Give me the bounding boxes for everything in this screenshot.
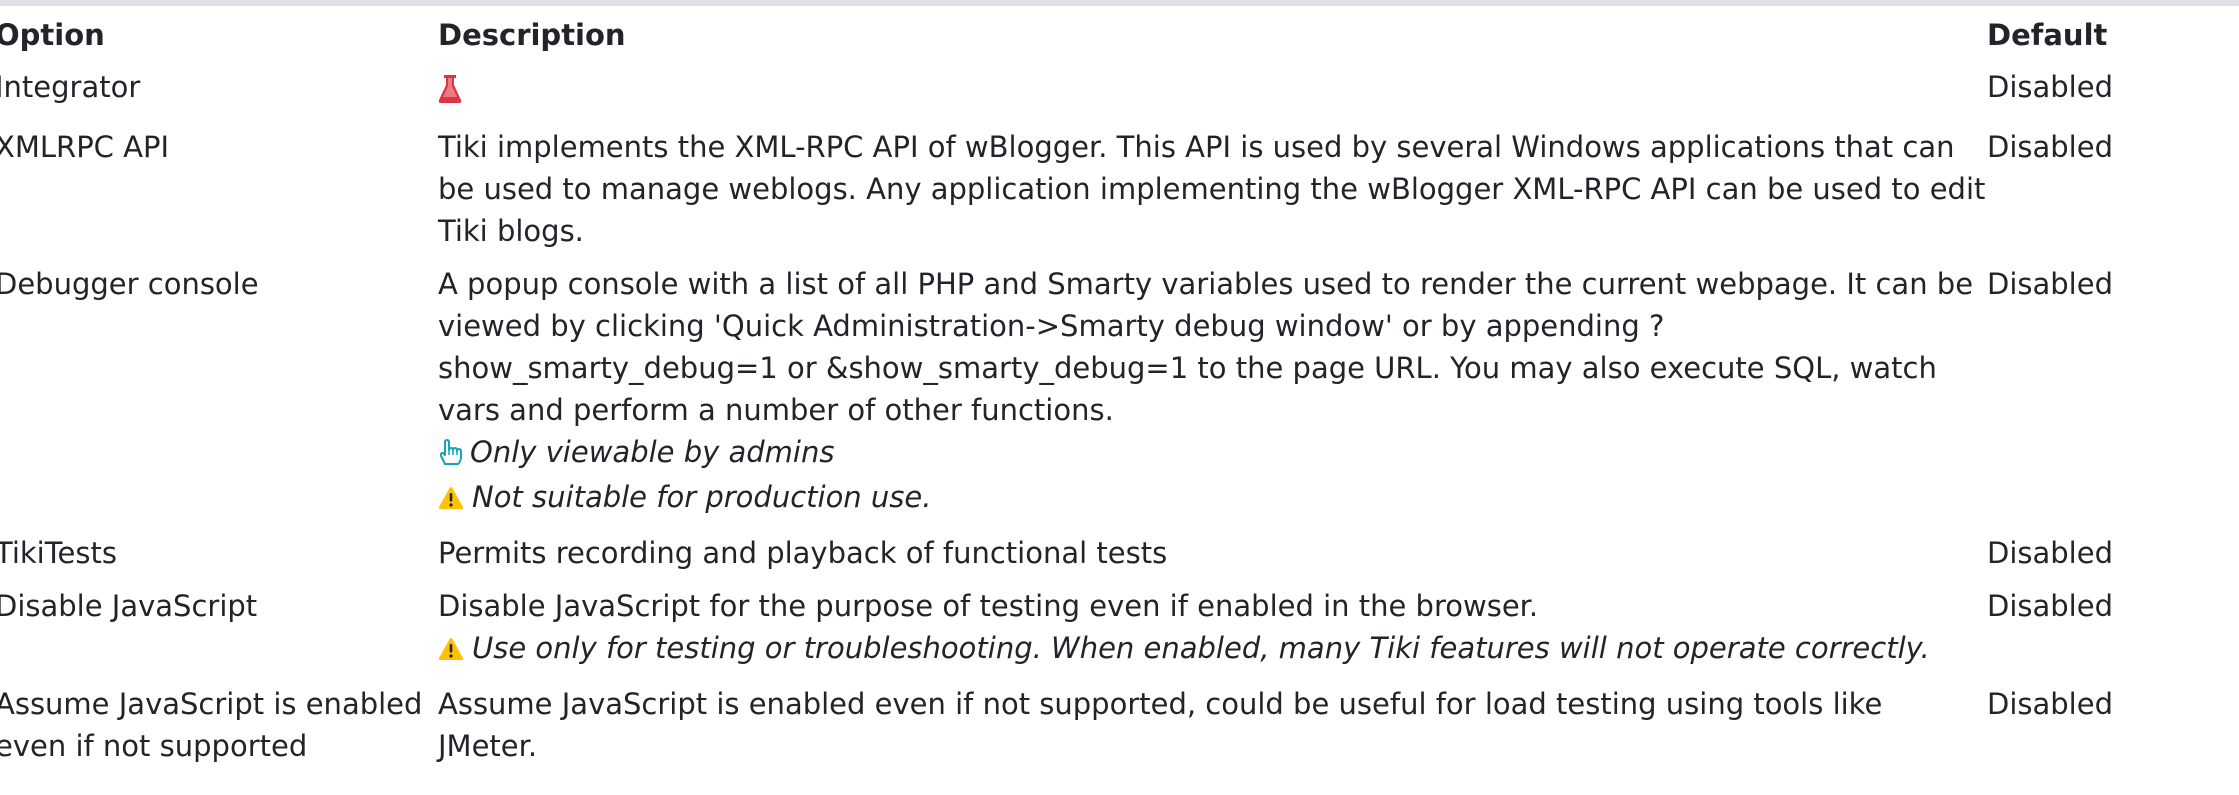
table-row-debugger-console: Debugger console A popup console with a … bbox=[0, 263, 2239, 532]
option-description: Permits recording and playback of functi… bbox=[438, 536, 1168, 570]
option-name: XMLRPC API bbox=[0, 130, 170, 164]
option-name: Integrator bbox=[0, 70, 141, 104]
table-row-assume-javascript: Assume JavaScript is enabled even if not… bbox=[0, 683, 2239, 778]
column-header-default[interactable]: Default bbox=[1987, 6, 2239, 64]
option-name: Debugger console bbox=[0, 267, 259, 301]
flask-icon bbox=[438, 73, 462, 115]
preferences-table-container: Option Description Default Integrator Di… bbox=[0, 6, 2239, 778]
production-warning-note: Not suitable for production use. bbox=[438, 476, 1987, 521]
option-description bbox=[438, 64, 1987, 126]
option-default: Disabled bbox=[1987, 687, 2113, 721]
warning-icon bbox=[438, 630, 464, 672]
option-name: TikiTests bbox=[0, 536, 117, 570]
option-description: Disable JavaScript for the purpose of te… bbox=[438, 585, 1987, 683]
table-row-tikitests: TikiTests Permits recording and playback… bbox=[0, 532, 2239, 585]
hand-pointer-icon bbox=[438, 434, 462, 476]
note-text: Not suitable for production use. bbox=[472, 480, 932, 514]
option-description-text: A popup console with a list of all PHP a… bbox=[438, 267, 1974, 427]
table-row-disable-javascript: Disable JavaScript Disable JavaScript fo… bbox=[0, 585, 2239, 683]
option-default: Disabled bbox=[1987, 70, 2113, 104]
option-name: Assume JavaScript is enabled even if not… bbox=[0, 687, 423, 763]
option-description: Assume JavaScript is enabled even if not… bbox=[438, 687, 1883, 763]
table-row-integrator: Integrator Disabled bbox=[0, 64, 2239, 126]
preferences-table: Option Description Default Integrator Di… bbox=[0, 6, 2239, 778]
option-default: Disabled bbox=[1987, 130, 2113, 164]
note-text: Use only for testing or troubleshooting.… bbox=[472, 631, 1930, 665]
option-description: A popup console with a list of all PHP a… bbox=[438, 263, 1987, 532]
admin-only-note: Only viewable by admins bbox=[438, 431, 1987, 476]
column-header-description[interactable]: Description bbox=[438, 6, 1987, 64]
note-text: Only viewable by admins bbox=[470, 435, 835, 469]
warning-icon bbox=[438, 479, 464, 521]
option-default: Disabled bbox=[1987, 536, 2113, 570]
option-name: Disable JavaScript bbox=[0, 589, 258, 623]
option-description: Tiki implements the XML-RPC API of wBlog… bbox=[438, 130, 1986, 248]
option-default: Disabled bbox=[1987, 589, 2113, 623]
table-header-row: Option Description Default bbox=[0, 6, 2239, 64]
table-row-xmlrpc-api: XMLRPC API Tiki implements the XML-RPC A… bbox=[0, 126, 2239, 263]
option-default: Disabled bbox=[1987, 267, 2113, 301]
option-description-text: Disable JavaScript for the purpose of te… bbox=[438, 589, 1539, 623]
column-header-option[interactable]: Option bbox=[0, 6, 438, 64]
testing-warning-note: Use only for testing or troubleshooting.… bbox=[438, 627, 1987, 672]
